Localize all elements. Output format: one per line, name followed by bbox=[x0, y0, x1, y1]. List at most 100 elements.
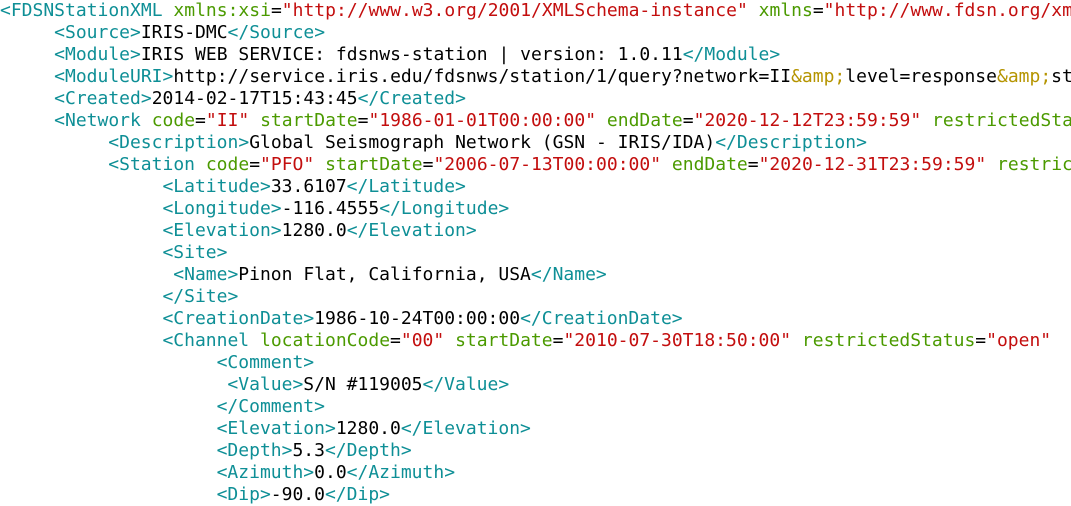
xml-text-content bbox=[249, 330, 260, 351]
xml-tag-token: <Site> bbox=[162, 242, 228, 263]
code-line: <CreationDate>1986-10-24T00:00:00</Creat… bbox=[162, 308, 682, 330]
xml-text-content: 0.0 bbox=[314, 462, 347, 483]
xml-tag-token: </Value> bbox=[422, 374, 510, 395]
xml-text-content: = bbox=[812, 0, 824, 21]
xml-text-content: = bbox=[357, 110, 369, 131]
xml-tag-token: <Longitude> bbox=[162, 198, 282, 219]
code-line: <Network code="II" startDate="1986-01-01… bbox=[54, 110, 1071, 132]
xml-tag-token: <Elevation> bbox=[162, 220, 282, 241]
xml-tag-token: <Comment> bbox=[216, 352, 315, 373]
xml-text-content: = bbox=[975, 330, 987, 351]
xml-text-content bbox=[661, 154, 672, 175]
code-line: <Site> bbox=[162, 242, 227, 264]
xml-tag-token: <CreationDate> bbox=[162, 308, 315, 329]
xml-tag-token: <Network bbox=[54, 110, 141, 131]
code-line: </Comment> bbox=[217, 396, 325, 418]
xml-entity: &amp; bbox=[996, 66, 1052, 87]
xml-tag-token: </Elevation> bbox=[400, 418, 531, 439]
xml-tag-token: <Depth> bbox=[216, 440, 293, 461]
code-line: <Channel locationCode="00" startDate="20… bbox=[162, 330, 1051, 352]
xml-tag-token: </Depth> bbox=[324, 440, 412, 461]
xml-attribute-value: "2020-12-12T23:59:59" bbox=[693, 110, 922, 131]
xml-tag-token: </Azimuth> bbox=[346, 462, 456, 483]
code-line: <Source>IRIS-DMC</Source> bbox=[54, 22, 325, 44]
xml-attribute-value: "2010-07-30T18:50:00" bbox=[563, 330, 792, 351]
xml-tag-token: <Azimuth> bbox=[216, 462, 315, 483]
code-line: <Created>2014-02-17T15:43:45</Created> bbox=[54, 88, 466, 110]
xml-attribute-name: endDate bbox=[606, 110, 683, 131]
xml-tag-token: <Channel bbox=[162, 330, 250, 351]
xml-attribute-name: xmlns:xsi bbox=[173, 0, 271, 21]
xml-text-content: 1280.0 bbox=[281, 220, 347, 241]
xml-attribute-name: endDate bbox=[671, 154, 748, 175]
xml-tag-token: </Site> bbox=[162, 286, 239, 307]
xml-attribute-name: code bbox=[151, 110, 196, 131]
xml-text-content bbox=[921, 110, 932, 131]
xml-text-content bbox=[986, 154, 997, 175]
xml-text-content: = bbox=[747, 154, 759, 175]
xml-tag-token: <Created> bbox=[54, 88, 152, 109]
xml-tag-token: </Comment> bbox=[216, 396, 325, 417]
xml-text-content: = bbox=[270, 0, 282, 21]
xml-attribute-name: restrictedStatus bbox=[932, 110, 1071, 131]
code-line: <FDSNStationXML xmlns:xsi="http://www.w3… bbox=[0, 0, 1071, 22]
code-line: <Azimuth>0.0</Azimuth> bbox=[217, 462, 455, 484]
xml-tag-token: <Description> bbox=[108, 132, 250, 153]
xml-attribute-value: "http://www.w3.org/2001/XMLSchema-instan… bbox=[281, 0, 748, 21]
xml-text-content bbox=[596, 110, 607, 131]
xml-attribute-value: "2006-07-13T00:00:00" bbox=[433, 154, 662, 175]
xml-text-content: 2014-02-17T15:43:45 bbox=[151, 88, 358, 109]
code-line: <Name>Pinon Flat, California, USA</Name> bbox=[173, 264, 607, 286]
code-line: <Depth>5.3</Depth> bbox=[217, 440, 412, 462]
xml-text-content: Pinon Flat, California, USA bbox=[238, 264, 531, 285]
code-line: <Description>Global Seismograph Network … bbox=[108, 132, 867, 154]
xml-attribute-value: "PFO" bbox=[260, 154, 315, 175]
xml-text-content: = bbox=[682, 110, 694, 131]
xml-text-content bbox=[791, 330, 802, 351]
xml-attribute-value: "http://www.fdsn.org/xml/station/1" bbox=[823, 0, 1071, 21]
xml-text-content: = bbox=[390, 330, 401, 351]
xml-attribute-name: xmlns bbox=[758, 0, 813, 21]
xml-text-content: = bbox=[552, 330, 564, 351]
xml-tag-token: <FDSNStationXML bbox=[0, 0, 163, 21]
xml-text-content bbox=[748, 0, 759, 21]
code-line: <Comment> bbox=[217, 352, 315, 374]
xml-text-content bbox=[314, 154, 325, 175]
xml-tag-token: </Created> bbox=[357, 88, 466, 109]
xml-text-content: -90.0 bbox=[270, 484, 325, 505]
xml-tag-token: <Source> bbox=[54, 22, 141, 43]
xml-tag-token: </Module> bbox=[682, 44, 781, 65]
xml-text-content: = bbox=[249, 154, 261, 175]
xml-tag-token: <Latitude> bbox=[162, 176, 271, 197]
xml-viewer[interactable]: <FDSNStationXML xmlns:xsi="http://www.w3… bbox=[0, 0, 1071, 506]
code-line: <Latitude>33.6107</Latitude> bbox=[162, 176, 465, 198]
xml-text-content bbox=[444, 330, 455, 351]
xml-tag-token: <Value> bbox=[227, 374, 304, 395]
xml-attribute-name: restrictedStatus bbox=[997, 154, 1071, 175]
xml-attribute-value: "II" bbox=[205, 110, 250, 131]
xml-tag-token: </Elevation> bbox=[346, 220, 477, 241]
xml-text-content bbox=[249, 110, 260, 131]
xml-attribute-name: code bbox=[205, 154, 250, 175]
xml-text-content: = bbox=[422, 154, 434, 175]
xml-attribute-name: startDate bbox=[325, 154, 423, 175]
xml-tag-token: </Name> bbox=[530, 264, 607, 285]
xml-tag-token: </Source> bbox=[227, 22, 326, 43]
xml-entity: &amp; bbox=[791, 66, 846, 87]
xml-attribute-value: "2020-12-31T23:59:59" bbox=[758, 154, 987, 175]
code-line: <Longitude>-116.4555</Longitude> bbox=[162, 198, 509, 220]
xml-attribute-name: locationCode bbox=[259, 330, 391, 351]
xml-tag-token: </Longitude> bbox=[379, 198, 510, 219]
xml-attribute-value: "1986-01-01T00:00:00" bbox=[368, 110, 597, 131]
xml-attribute-name: startDate bbox=[260, 110, 358, 131]
xml-tag-token: </Description> bbox=[715, 132, 867, 153]
xml-text-content bbox=[195, 154, 206, 175]
code-line: <Dip>-90.0</Dip> bbox=[217, 484, 390, 506]
xml-text-content: http://service.iris.edu/fdsnws/station/1… bbox=[173, 66, 792, 87]
xml-text-content: = bbox=[195, 110, 206, 131]
xml-tag-token: </CreationDate> bbox=[520, 308, 683, 329]
xml-attribute-name: startDate bbox=[455, 330, 553, 351]
xml-attribute-value: "open" bbox=[986, 330, 1052, 351]
xml-attribute-name: restrictedStatus bbox=[801, 330, 976, 351]
xml-text-content: 33.6107 bbox=[270, 176, 347, 197]
